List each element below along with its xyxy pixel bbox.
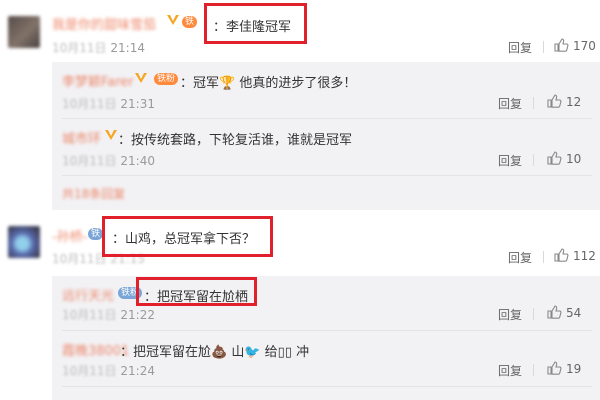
more-replies-link[interactable]: 共18条回复 bbox=[62, 185, 125, 202]
divider bbox=[62, 118, 592, 119]
thumbs-up-icon bbox=[547, 361, 562, 375]
highlight-box bbox=[204, 3, 307, 44]
like-button[interactable]: 10 bbox=[546, 150, 581, 166]
divider bbox=[62, 330, 592, 331]
like-count: 54 bbox=[566, 306, 582, 320]
reply-text: ：冠军🏆 他真的进步了很多！ bbox=[180, 76, 357, 91]
verified-v-icon bbox=[104, 128, 118, 146]
like-button[interactable]: 170 bbox=[553, 37, 596, 53]
thumbs-up-icon bbox=[554, 38, 569, 52]
reply-list: 李梦颖Farer 铁粉 ：冠军🏆 他真的进步了很多！ 10月11日 21:31 … bbox=[52, 62, 600, 210]
thumbs-up-icon bbox=[547, 305, 562, 319]
thumbs-up-icon bbox=[554, 248, 569, 262]
thumbs-up-icon bbox=[547, 151, 562, 165]
highlight-box bbox=[102, 216, 273, 257]
reply-button[interactable]: 回复 bbox=[498, 306, 522, 323]
like-count: 12 bbox=[566, 95, 582, 109]
reply-text: ：按传统套路，下轮复活谁，谁就是冠军 bbox=[118, 133, 353, 148]
avatar[interactable] bbox=[8, 226, 40, 258]
reply-button[interactable]: 回复 bbox=[498, 362, 522, 379]
reply-date: 10月11日 bbox=[62, 154, 117, 168]
comment-author[interactable]: -孙桥- bbox=[52, 226, 87, 245]
like-button[interactable]: 112 bbox=[553, 247, 596, 263]
like-count: 19 bbox=[566, 362, 582, 376]
comment-date: 10月11日 bbox=[52, 252, 107, 266]
thumbs-up-icon bbox=[547, 94, 562, 108]
divider bbox=[533, 154, 534, 166]
comment-date: 10月11日 bbox=[52, 41, 107, 55]
reply-author[interactable]: 城市环 bbox=[62, 128, 101, 147]
fan-badge-icon: 铁 bbox=[88, 228, 104, 240]
divider bbox=[533, 97, 534, 109]
reply-button[interactable]: 回复 bbox=[508, 249, 532, 266]
reply-text: ：把冠军留在尬💩 山🐦 给▯▯ 冲 bbox=[120, 345, 310, 360]
comment-time: 21:14 bbox=[110, 41, 145, 55]
verified-v-icon bbox=[134, 71, 148, 89]
like-count: 112 bbox=[573, 249, 596, 263]
reply-date: 10月11日 bbox=[62, 97, 117, 111]
fan-badge-icon: 铁 bbox=[182, 16, 198, 28]
divider bbox=[543, 41, 544, 53]
reply-time: 21:40 bbox=[120, 154, 155, 168]
divider bbox=[533, 308, 534, 320]
divider bbox=[62, 175, 592, 176]
reply-time: 21:31 bbox=[120, 97, 155, 111]
highlight-box bbox=[136, 277, 257, 306]
reply-date: 10月11日 bbox=[62, 308, 117, 322]
like-button[interactable]: 54 bbox=[546, 304, 581, 320]
reply-time: 21:22 bbox=[120, 308, 155, 322]
divider bbox=[543, 251, 544, 263]
reply-button[interactable]: 回复 bbox=[508, 39, 532, 56]
avatar[interactable] bbox=[8, 16, 40, 48]
comment-author[interactable]: 我是你的甜味雪茄 bbox=[52, 14, 156, 33]
like-button[interactable]: 12 bbox=[546, 93, 581, 109]
reply-button[interactable]: 回复 bbox=[498, 95, 522, 112]
like-count: 10 bbox=[566, 152, 582, 166]
fan-badge: 铁粉 bbox=[154, 73, 179, 85]
reply-list: 远行天光 铁粉 ：把冠军留在尬栖 10月11日 21:22 回复 54 霞晚38… bbox=[52, 276, 600, 400]
like-button[interactable]: 19 bbox=[546, 360, 581, 376]
divider bbox=[62, 386, 592, 387]
reply-time: 21:24 bbox=[120, 364, 155, 378]
reply-date: 10月11日 bbox=[62, 364, 117, 378]
like-count: 170 bbox=[573, 39, 596, 53]
reply-author[interactable]: 远行天光 bbox=[62, 285, 114, 304]
verified-v-icon bbox=[166, 13, 180, 31]
reply-button[interactable]: 回复 bbox=[498, 152, 522, 169]
reply-author[interactable]: 李梦颖Farer bbox=[62, 71, 134, 90]
divider bbox=[533, 364, 534, 376]
